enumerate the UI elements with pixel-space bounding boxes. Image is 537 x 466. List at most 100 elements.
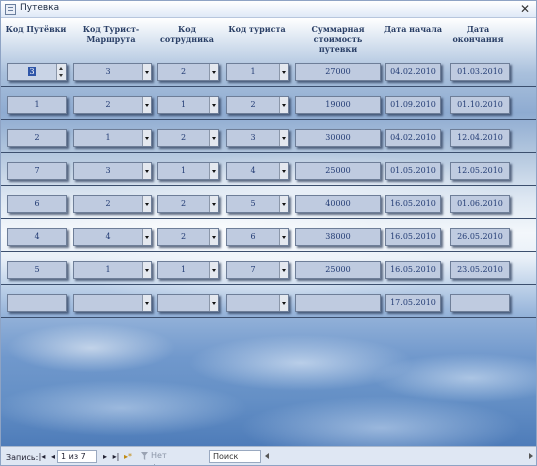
- dropdown-arrow-icon[interactable]: [279, 163, 288, 179]
- route-value: 4: [105, 232, 111, 241]
- dropdown-arrow-icon[interactable]: [209, 97, 218, 113]
- dropdown-arrow-icon[interactable]: [142, 229, 151, 245]
- cost-field[interactable]: 38000: [295, 228, 381, 246]
- employee-combo[interactable]: 1: [157, 96, 219, 114]
- dropdown-arrow-icon[interactable]: [279, 64, 288, 80]
- employee-combo[interactable]: 2: [157, 63, 219, 81]
- dropdown-arrow-icon[interactable]: [209, 262, 218, 278]
- tourist-value: 7: [250, 265, 256, 274]
- dropdown-arrow-icon[interactable]: [279, 295, 288, 311]
- dropdown-arrow-icon[interactable]: [209, 163, 218, 179]
- code-field[interactable]: 1: [7, 96, 67, 114]
- dropdown-arrow-icon[interactable]: [142, 295, 151, 311]
- employee-combo[interactable]: 2: [157, 129, 219, 147]
- route-combo[interactable]: [73, 294, 152, 312]
- start-date-field[interactable]: 04.02.2010: [385, 129, 441, 147]
- employee-combo[interactable]: [157, 294, 219, 312]
- employee-combo[interactable]: 2: [157, 195, 219, 213]
- dropdown-arrow-icon[interactable]: [279, 229, 288, 245]
- scroll-right-icon[interactable]: [529, 453, 533, 459]
- end-date-field[interactable]: 26.05.2010: [450, 228, 510, 246]
- start-date-field[interactable]: 17.05.2010: [385, 294, 441, 312]
- dropdown-arrow-icon[interactable]: [142, 262, 151, 278]
- tourist-combo[interactable]: [226, 294, 289, 312]
- cost-field[interactable]: 25000: [295, 261, 381, 279]
- last-record-button[interactable]: ▸|: [111, 451, 121, 462]
- code-field[interactable]: 7: [7, 162, 67, 180]
- dropdown-arrow-icon[interactable]: [142, 97, 151, 113]
- start-date-field[interactable]: 01.09.2010: [385, 96, 441, 114]
- dropdown-arrow-icon[interactable]: [209, 196, 218, 212]
- next-record-button[interactable]: ▸: [101, 451, 109, 462]
- end-date-field[interactable]: 01.06.2010: [450, 195, 510, 213]
- horizontal-scrollbar[interactable]: [265, 451, 533, 462]
- dropdown-arrow-icon[interactable]: [209, 295, 218, 311]
- employee-combo[interactable]: 2: [157, 228, 219, 246]
- scroll-left-icon[interactable]: [265, 453, 269, 459]
- start-date-field[interactable]: 01.05.2010: [385, 162, 441, 180]
- start-date-field[interactable]: 16.05.2010: [385, 228, 441, 246]
- dropdown-arrow-icon[interactable]: [209, 229, 218, 245]
- route-combo[interactable]: 1: [73, 129, 152, 147]
- route-value: 2: [105, 100, 111, 109]
- code-field[interactable]: 2: [7, 129, 67, 147]
- route-combo[interactable]: 3: [73, 63, 152, 81]
- tourist-combo[interactable]: 6: [226, 228, 289, 246]
- dropdown-arrow-icon[interactable]: [142, 196, 151, 212]
- start-date-field[interactable]: 16.05.2010: [385, 195, 441, 213]
- code-field[interactable]: 4: [7, 228, 67, 246]
- dropdown-arrow-icon[interactable]: [279, 97, 288, 113]
- route-combo[interactable]: 2: [73, 195, 152, 213]
- route-combo[interactable]: 4: [73, 228, 152, 246]
- employee-combo[interactable]: 1: [157, 261, 219, 279]
- filter-button[interactable]: Нет фильтра: [141, 450, 203, 465]
- record-number-field[interactable]: 1 из 7: [57, 450, 97, 463]
- first-record-button[interactable]: |◂: [37, 451, 47, 462]
- cost-field[interactable]: 30000: [295, 129, 381, 147]
- end-date-field[interactable]: 01.10.2010: [450, 96, 510, 114]
- start-date-field[interactable]: 16.05.2010: [385, 261, 441, 279]
- cost-field[interactable]: 27000: [295, 63, 381, 81]
- record-row: 5 1 1 7 25000 16.05.2010 23.05.2010: [1, 253, 536, 285]
- tourist-combo[interactable]: 7: [226, 261, 289, 279]
- tourist-combo[interactable]: 3: [226, 129, 289, 147]
- tourist-combo[interactable]: 2: [226, 96, 289, 114]
- dropdown-arrow-icon[interactable]: [279, 196, 288, 212]
- dropdown-arrow-icon[interactable]: [209, 64, 218, 80]
- header-employee: Код сотрудника: [160, 24, 214, 44]
- start-date-field[interactable]: 04.02.2010: [385, 63, 441, 81]
- record-row: 2 1 2 3 30000 04.02.2010 12.04.2010: [1, 121, 536, 153]
- cost-field[interactable]: 25000: [295, 162, 381, 180]
- cost-field[interactable]: [295, 294, 381, 312]
- dropdown-arrow-icon[interactable]: [209, 130, 218, 146]
- prev-record-button[interactable]: ◂: [49, 451, 57, 462]
- code-field[interactable]: 3: [7, 63, 67, 81]
- dropdown-arrow-icon[interactable]: [142, 64, 151, 80]
- code-field[interactable]: 6: [7, 195, 67, 213]
- search-input[interactable]: Поиск: [209, 450, 261, 463]
- end-date-field[interactable]: 12.05.2010: [450, 162, 510, 180]
- new-record-button[interactable]: ▸*: [122, 451, 134, 462]
- employee-combo[interactable]: 1: [157, 162, 219, 180]
- dropdown-arrow-icon[interactable]: [142, 163, 151, 179]
- route-combo[interactable]: 2: [73, 96, 152, 114]
- dropdown-arrow-icon[interactable]: [142, 130, 151, 146]
- route-combo[interactable]: 3: [73, 162, 152, 180]
- end-date-field[interactable]: [450, 294, 510, 312]
- dropdown-arrow-icon[interactable]: [279, 262, 288, 278]
- end-date-field[interactable]: 23.05.2010: [450, 261, 510, 279]
- route-combo[interactable]: 1: [73, 261, 152, 279]
- cost-field[interactable]: 19000: [295, 96, 381, 114]
- end-date-field[interactable]: 01.03.2010: [450, 63, 510, 81]
- end-date-field[interactable]: 12.04.2010: [450, 129, 510, 147]
- dropdown-arrow-icon[interactable]: [279, 130, 288, 146]
- tourist-combo[interactable]: 5: [226, 195, 289, 213]
- spin-button[interactable]: [56, 64, 66, 80]
- tourist-combo[interactable]: 4: [226, 162, 289, 180]
- tourist-combo[interactable]: 1: [226, 63, 289, 81]
- cost-field[interactable]: 40000: [295, 195, 381, 213]
- code-field[interactable]: 5: [7, 261, 67, 279]
- code-field[interactable]: [7, 294, 67, 312]
- close-button[interactable]: ✕: [518, 2, 532, 16]
- route-value: [74, 295, 142, 311]
